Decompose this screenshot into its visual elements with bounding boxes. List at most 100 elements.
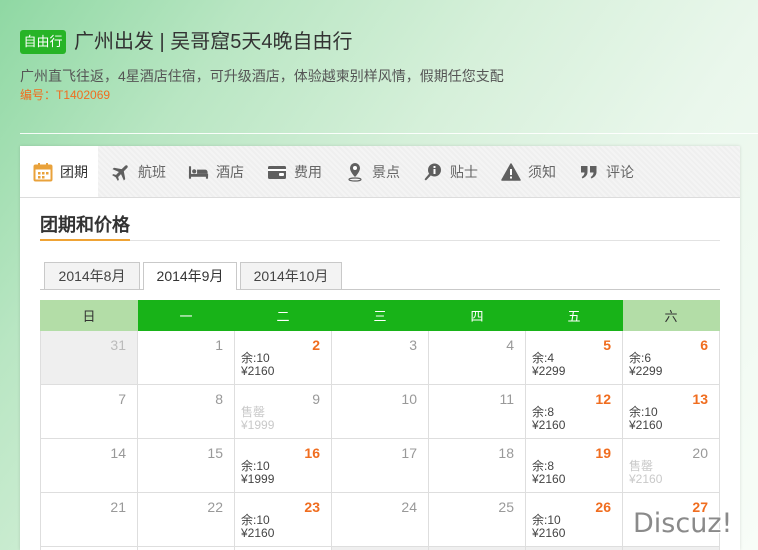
- day-number: 14: [110, 445, 126, 461]
- calendar-day: [40, 546, 138, 550]
- warning-icon: [500, 162, 521, 182]
- weekday-header: 四: [428, 300, 526, 331]
- day-number: 6: [700, 337, 708, 353]
- calendar-day-available[interactable]: 12 余:8 ¥2160: [525, 384, 623, 439]
- day-price: ¥2160: [629, 472, 663, 486]
- tab-label: 景点: [372, 163, 400, 180]
- calendar-week: 14 15 16 余:10 ¥1999 17 18 19 余:8 ¥2160 20 售罄 ¥…: [40, 438, 720, 493]
- weekday-header: 日: [40, 300, 138, 331]
- day-number: 26: [595, 499, 611, 515]
- product-code: 编号：T1402069: [20, 88, 111, 102]
- day-price: ¥2160: [532, 472, 566, 486]
- day-number: 11: [499, 391, 514, 407]
- tab-label: 团期: [60, 163, 88, 180]
- tab-label: 费用: [294, 163, 322, 180]
- day-price: ¥2299: [532, 364, 566, 378]
- calendar-day: 15: [137, 438, 235, 493]
- calendar-day: 3: [331, 330, 429, 385]
- day-number: 9: [312, 391, 320, 407]
- day-number: 18: [498, 445, 514, 461]
- calendar-day-available[interactable]: 16 余:10 ¥1999: [234, 438, 332, 493]
- calendar-day-available[interactable]: 19 余:8 ¥2160: [525, 438, 623, 493]
- day-price: ¥1999: [241, 472, 275, 486]
- day-number: 2: [312, 337, 320, 353]
- day-number: 22: [207, 499, 223, 515]
- calendar-day: 17: [331, 438, 429, 493]
- day-number: 4: [506, 337, 514, 353]
- watermark: Discuz!: [633, 508, 733, 539]
- month-tab-active[interactable]: 2014年9月: [143, 262, 237, 290]
- day-number: 31: [110, 337, 126, 353]
- calendar-day-available[interactable]: 6 余:6 ¥2299: [622, 330, 720, 385]
- airplane-icon: [110, 162, 131, 182]
- tab-attractions[interactable]: 景点: [332, 146, 410, 197]
- weekday-header: 五: [525, 300, 623, 331]
- weekday-header: 三: [331, 300, 429, 331]
- calendar-day: 21: [40, 492, 138, 547]
- calendar-week-partial: [40, 546, 720, 550]
- trip-summary: 广州直飞往返，4星酒店住宿，可升级酒店，体验越柬别样风情，假期任您支配: [20, 68, 504, 84]
- calendar-day: 11: [428, 384, 526, 439]
- tab-costs[interactable]: 费用: [254, 146, 332, 197]
- calendar-day: 10: [331, 384, 429, 439]
- calendar-week: 21 22 23 余:10 ¥2160 24 25 26 余:10 ¥2160 27: [40, 492, 720, 547]
- section-title-underline: [40, 239, 130, 241]
- weekday-header: 一: [137, 300, 235, 331]
- tab-label: 航班: [138, 163, 166, 180]
- month-tab[interactable]: 2014年10月: [240, 262, 342, 290]
- day-price: ¥2160: [241, 526, 275, 540]
- day-number: 3: [409, 337, 417, 353]
- weekday-header: 六: [622, 300, 720, 331]
- day-number: 12: [595, 391, 611, 407]
- tab-label: 评论: [606, 163, 634, 180]
- calendar-day: [428, 546, 526, 550]
- tab-hotels[interactable]: 酒店: [176, 146, 254, 197]
- calendar-day: [331, 546, 429, 550]
- day-number: 21: [110, 499, 126, 515]
- calendar-week: 31 1 2 余:10 ¥2160 3 4 5 余:4 ¥2299 6 余:6 ¥2299: [40, 330, 720, 385]
- calendar-day: 7: [40, 384, 138, 439]
- calendar-day: [137, 546, 235, 550]
- tab-label: 须知: [528, 163, 556, 180]
- month-tabs-baseline: [40, 289, 720, 290]
- section-divider: [40, 240, 720, 241]
- tab-tips[interactable]: 贴士: [410, 146, 488, 197]
- wallet-icon: [266, 162, 287, 182]
- calendar-day-available[interactable]: 13 余:10 ¥2160: [622, 384, 720, 439]
- calendar-week: 7 8 9 售罄 ¥1999 10 11 12 余:8 ¥2160 13 余:10 ¥216…: [40, 384, 720, 439]
- map-pin-icon: [344, 162, 365, 182]
- section-title: 团期和价格: [40, 215, 130, 235]
- calendar-day-available[interactable]: 26 余:10 ¥2160: [525, 492, 623, 547]
- calendar-day: 22: [137, 492, 235, 547]
- calendar-day: 4: [428, 330, 526, 385]
- calendar-icon: [32, 162, 53, 182]
- day-number: 7: [118, 391, 126, 407]
- weekday-header: 二: [234, 300, 332, 331]
- calendar-day: [622, 546, 720, 550]
- tab-bar: 团期 航班 酒店 费用 景点 贴士 须知 评论: [20, 146, 740, 198]
- tab-flights[interactable]: 航班: [98, 146, 176, 197]
- day-number: 16: [304, 445, 320, 461]
- calendar-day-sold-out: 20 售罄 ¥2160: [622, 438, 720, 493]
- day-number: 8: [215, 391, 223, 407]
- day-number: 5: [603, 337, 611, 353]
- header-divider: [20, 133, 758, 134]
- weekday-header-row: 日 一 二 三 四 五 六: [40, 300, 720, 331]
- day-number: 19: [595, 445, 611, 461]
- calendar-day-available[interactable]: 23 余:10 ¥2160: [234, 492, 332, 547]
- day-price: ¥2160: [241, 364, 275, 378]
- calendar-day-sold-out: 9 售罄 ¥1999: [234, 384, 332, 439]
- tab-schedule[interactable]: 团期: [20, 146, 98, 197]
- calendar-day-available[interactable]: 2 余:10 ¥2160: [234, 330, 332, 385]
- bed-icon: [188, 162, 209, 182]
- month-tab[interactable]: 2014年8月: [44, 262, 140, 290]
- day-price: ¥2299: [629, 364, 663, 378]
- calendar-day: 1: [137, 330, 235, 385]
- tab-reviews[interactable]: 评论: [566, 146, 644, 197]
- calendar-day-available[interactable]: 5 余:4 ¥2299: [525, 330, 623, 385]
- tab-notices[interactable]: 须知: [488, 146, 566, 197]
- day-number: 10: [401, 391, 417, 407]
- day-number: 1: [215, 337, 223, 353]
- day-price: ¥2160: [532, 526, 566, 540]
- tab-label: 贴士: [450, 163, 478, 180]
